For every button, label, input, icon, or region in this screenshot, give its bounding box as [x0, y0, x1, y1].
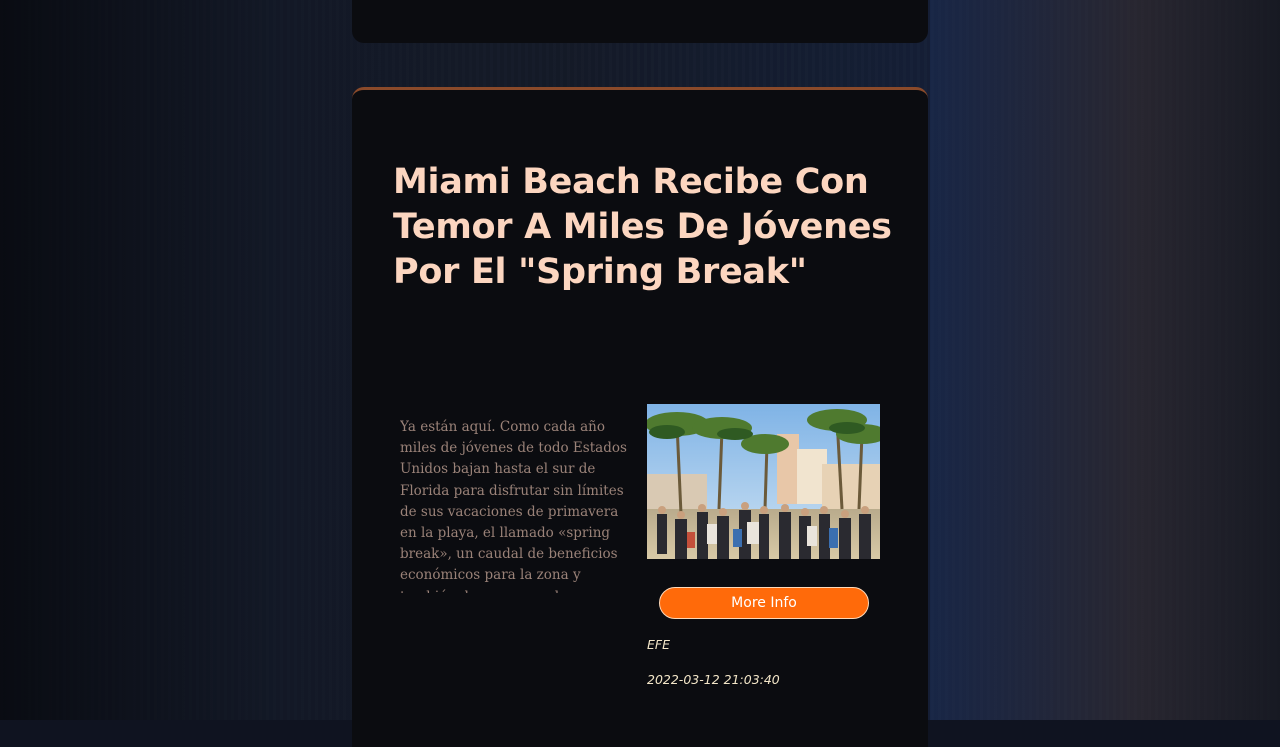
more-info-button[interactable]: More Info — [659, 587, 869, 619]
article-date: 2022-03-12 21:03:40 — [647, 672, 780, 687]
article-source: EFE — [647, 637, 670, 652]
article-summary: Ya están aquí. Como cada año miles de jó… — [400, 419, 627, 593]
article-image — [647, 404, 880, 559]
previous-article-card — [352, 0, 928, 43]
background-glow — [930, 0, 1280, 720]
article-title: Miami Beach Recibe Con Temor A Miles De … — [393, 162, 892, 292]
article-card: Miami Beach Recibe Con Temor A Miles De … — [352, 87, 928, 747]
